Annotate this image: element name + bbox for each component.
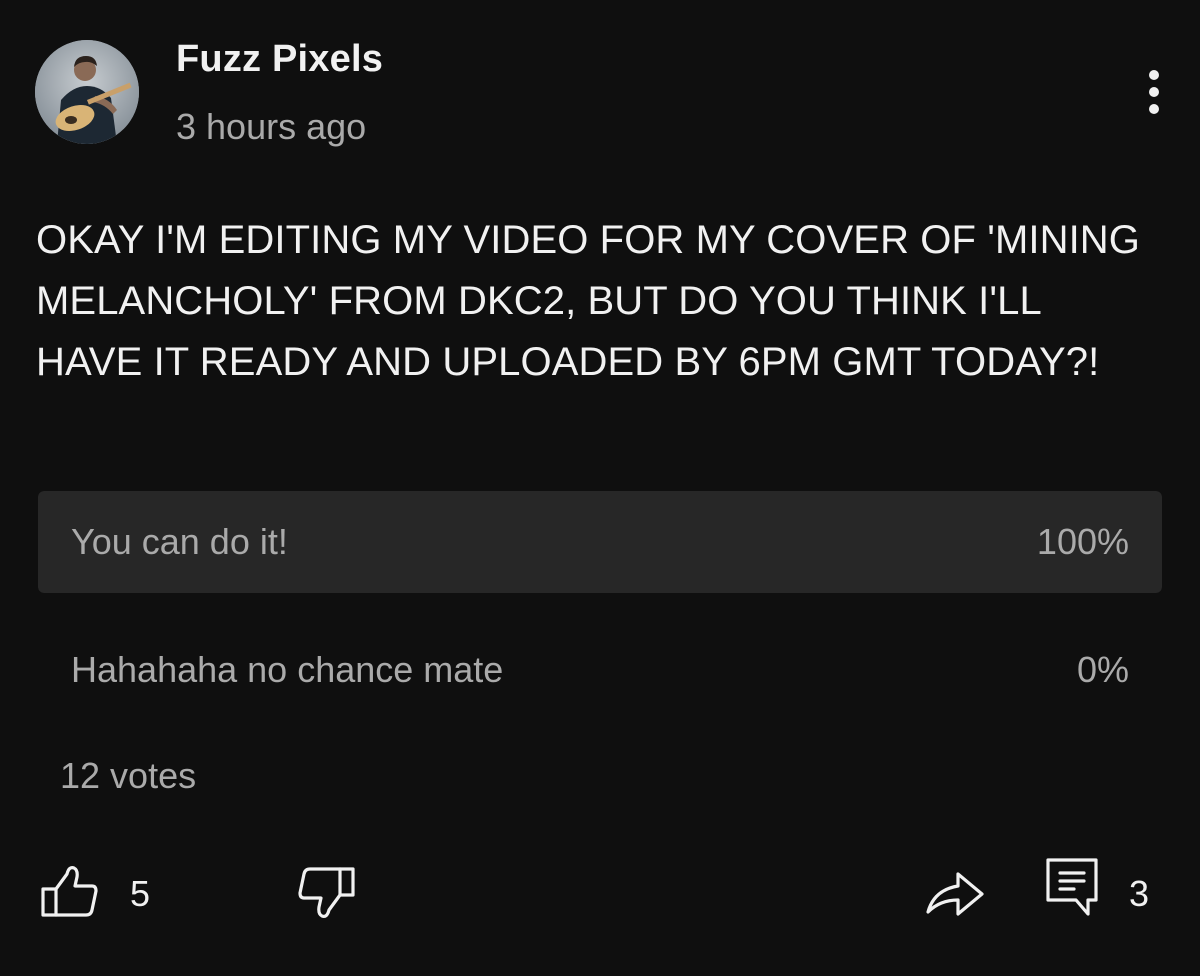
poll-vote-count: 12 votes [60, 755, 197, 796]
comment-button[interactable] [1044, 856, 1100, 920]
more-options-button[interactable] [1130, 62, 1178, 122]
poll-option-percent: 0% [1076, 649, 1129, 690]
post-text: OKAY I'M EDITING MY VIDEO FOR MY COVER O… [36, 218, 1141, 384]
like-count: 5 [130, 873, 151, 914]
comment-count: 3 [1129, 873, 1150, 914]
thumbs-down-icon [298, 867, 355, 918]
avatar[interactable] [35, 40, 139, 144]
thumbs-up-icon [41, 866, 98, 917]
avatar-image [35, 40, 139, 144]
poll-option[interactable]: Hahahaha no chance mate 0% [38, 619, 1162, 721]
poll-option-label: Hahahaha no chance mate [71, 649, 504, 690]
share-button[interactable] [922, 862, 988, 922]
post-timestamp[interactable]: 3 hours ago [176, 106, 366, 148]
comment-icon [1046, 858, 1098, 916]
poll-option-percent: 100% [1036, 521, 1129, 562]
more-vertical-icon [1149, 70, 1159, 114]
like-button[interactable] [40, 862, 100, 922]
poll-option[interactable]: You can do it! 100% [38, 491, 1162, 593]
share-icon [926, 872, 984, 916]
poll-option-label: You can do it! [71, 521, 288, 562]
community-post: Fuzz Pixels 3 hours ago OKAY I'M EDITING… [0, 0, 1200, 976]
dislike-button[interactable] [296, 862, 356, 922]
channel-name[interactable]: Fuzz Pixels [176, 38, 383, 81]
